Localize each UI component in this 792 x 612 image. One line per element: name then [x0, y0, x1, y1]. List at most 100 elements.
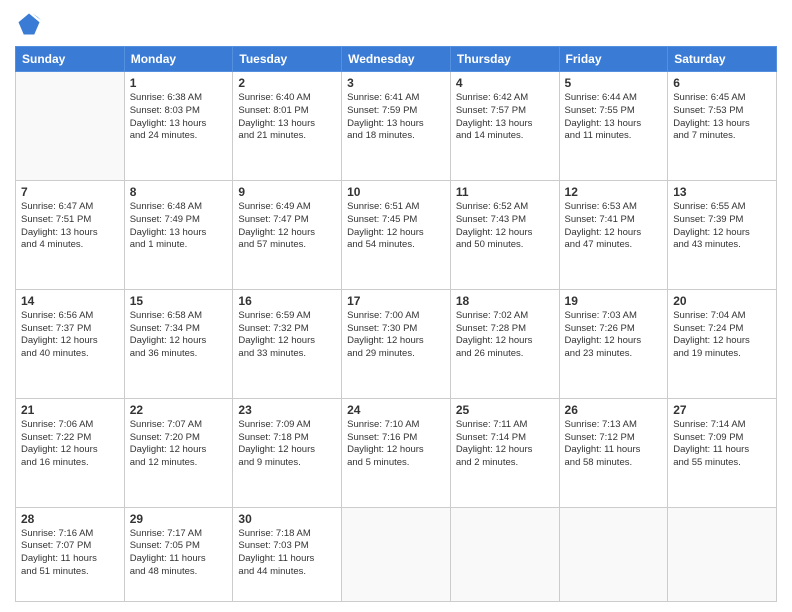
calendar-cell: 13 Sunrise: 6:55 AM Sunset: 7:39 PM Dayli… — [668, 180, 777, 289]
day-info: Sunrise: 7:18 AM Sunset: 7:03 PM Dayligh… — [238, 528, 336, 579]
calendar-cell: 7 Sunrise: 6:47 AM Sunset: 7:51 PM Daylig… — [16, 180, 125, 289]
calendar-week-row: 1 Sunrise: 6:38 AM Sunset: 8:03 PM Daylig… — [16, 72, 777, 181]
logo-icon — [15, 10, 43, 38]
day-info: Sunrise: 6:59 AM Sunset: 7:32 PM Dayligh… — [238, 310, 336, 361]
day-info: Sunrise: 6:55 AM Sunset: 7:39 PM Dayligh… — [673, 201, 771, 252]
day-number: 9 — [238, 185, 336, 199]
calendar-cell: 23 Sunrise: 7:09 AM Sunset: 7:18 PM Dayli… — [233, 398, 342, 507]
calendar-cell: 27 Sunrise: 7:14 AM Sunset: 7:09 PM Dayli… — [668, 398, 777, 507]
day-info: Sunrise: 7:07 AM Sunset: 7:20 PM Dayligh… — [130, 419, 228, 470]
day-number: 12 — [565, 185, 663, 199]
day-info: Sunrise: 7:06 AM Sunset: 7:22 PM Dayligh… — [21, 419, 119, 470]
day-info: Sunrise: 6:40 AM Sunset: 8:01 PM Dayligh… — [238, 92, 336, 143]
calendar-cell: 24 Sunrise: 7:10 AM Sunset: 7:16 PM Dayli… — [342, 398, 451, 507]
calendar-cell: 3 Sunrise: 6:41 AM Sunset: 7:59 PM Daylig… — [342, 72, 451, 181]
day-info: Sunrise: 6:41 AM Sunset: 7:59 PM Dayligh… — [347, 92, 445, 143]
calendar-cell: 9Sunrise: 6:49 AM Sunset: 7:47 PM Daylig… — [233, 180, 342, 289]
calendar-week-row: 7 Sunrise: 6:47 AM Sunset: 7:51 PM Daylig… — [16, 180, 777, 289]
calendar-header-thursday: Thursday — [450, 47, 559, 72]
day-info: Sunrise: 7:04 AM Sunset: 7:24 PM Dayligh… — [673, 310, 771, 361]
calendar-cell: 22 Sunrise: 7:07 AM Sunset: 7:20 PM Dayli… — [124, 398, 233, 507]
day-number: 30 — [238, 512, 336, 526]
day-number: 22 — [130, 403, 228, 417]
calendar-week-row: 28Sunrise: 7:16 AM Sunset: 7:07 PM Dayli… — [16, 507, 777, 601]
day-number: 10 — [347, 185, 445, 199]
day-number: 6 — [673, 76, 771, 90]
day-number: 28 — [21, 512, 119, 526]
day-number: 16 — [238, 294, 336, 308]
day-info: Sunrise: 7:17 AM Sunset: 7:05 PM Dayligh… — [130, 528, 228, 579]
calendar-cell: 1 Sunrise: 6:38 AM Sunset: 8:03 PM Daylig… — [124, 72, 233, 181]
day-number: 25 — [456, 403, 554, 417]
day-info: Sunrise: 6:58 AM Sunset: 7:34 PM Dayligh… — [130, 310, 228, 361]
calendar-cell: 16 Sunrise: 6:59 AM Sunset: 7:32 PM Dayli… — [233, 289, 342, 398]
day-number: 29 — [130, 512, 228, 526]
calendar-header-row: SundayMondayTuesdayWednesdayThursdayFrid… — [16, 47, 777, 72]
day-info: Sunrise: 7:13 AM Sunset: 7:12 PM Dayligh… — [565, 419, 663, 470]
calendar-cell: 6 Sunrise: 6:45 AM Sunset: 7:53 PM Daylig… — [668, 72, 777, 181]
day-number: 21 — [21, 403, 119, 417]
day-number: 18 — [456, 294, 554, 308]
day-info: Sunrise: 6:42 AM Sunset: 7:57 PM Dayligh… — [456, 92, 554, 143]
day-info: Sunrise: 6:52 AM Sunset: 7:43 PM Dayligh… — [456, 201, 554, 252]
calendar-cell: 25Sunrise: 7:11 AM Sunset: 7:14 PM Dayli… — [450, 398, 559, 507]
calendar-cell: 12 Sunrise: 6:53 AM Sunset: 7:41 PM Dayli… — [559, 180, 668, 289]
day-info: Sunrise: 6:38 AM Sunset: 8:03 PM Dayligh… — [130, 92, 228, 143]
page: SundayMondayTuesdayWednesdayThursdayFrid… — [0, 0, 792, 612]
calendar-week-row: 14Sunrise: 6:56 AM Sunset: 7:37 PM Dayli… — [16, 289, 777, 398]
day-info: Sunrise: 6:48 AM Sunset: 7:49 PM Dayligh… — [130, 201, 228, 252]
calendar-cell: 10 Sunrise: 6:51 AM Sunset: 7:45 PM Dayli… — [342, 180, 451, 289]
day-number: 3 — [347, 76, 445, 90]
day-number: 17 — [347, 294, 445, 308]
day-number: 20 — [673, 294, 771, 308]
day-number: 1 — [130, 76, 228, 90]
calendar-header-tuesday: Tuesday — [233, 47, 342, 72]
calendar-cell — [450, 507, 559, 601]
calendar-cell: 15Sunrise: 6:58 AM Sunset: 7:34 PM Dayli… — [124, 289, 233, 398]
day-info: Sunrise: 7:00 AM Sunset: 7:30 PM Dayligh… — [347, 310, 445, 361]
day-number: 27 — [673, 403, 771, 417]
day-info: Sunrise: 6:53 AM Sunset: 7:41 PM Dayligh… — [565, 201, 663, 252]
calendar-cell: 4Sunrise: 6:42 AM Sunset: 7:57 PM Daylig… — [450, 72, 559, 181]
header — [15, 10, 777, 38]
calendar-header-wednesday: Wednesday — [342, 47, 451, 72]
day-number: 24 — [347, 403, 445, 417]
day-number: 13 — [673, 185, 771, 199]
calendar-cell — [16, 72, 125, 181]
day-number: 11 — [456, 185, 554, 199]
calendar-table: SundayMondayTuesdayWednesdayThursdayFrid… — [15, 46, 777, 602]
day-info: Sunrise: 7:14 AM Sunset: 7:09 PM Dayligh… — [673, 419, 771, 470]
calendar-cell: 30 Sunrise: 7:18 AM Sunset: 7:03 PM Dayli… — [233, 507, 342, 601]
calendar-header-saturday: Saturday — [668, 47, 777, 72]
day-info: Sunrise: 7:02 AM Sunset: 7:28 PM Dayligh… — [456, 310, 554, 361]
day-info: Sunrise: 6:45 AM Sunset: 7:53 PM Dayligh… — [673, 92, 771, 143]
logo — [15, 10, 47, 38]
day-number: 23 — [238, 403, 336, 417]
calendar-cell: 5Sunrise: 6:44 AM Sunset: 7:55 PM Daylig… — [559, 72, 668, 181]
day-info: Sunrise: 7:03 AM Sunset: 7:26 PM Dayligh… — [565, 310, 663, 361]
calendar-cell: 20 Sunrise: 7:04 AM Sunset: 7:24 PM Dayli… — [668, 289, 777, 398]
calendar-header-sunday: Sunday — [16, 47, 125, 72]
calendar-cell: 29 Sunrise: 7:17 AM Sunset: 7:05 PM Dayli… — [124, 507, 233, 601]
calendar-cell: 28Sunrise: 7:16 AM Sunset: 7:07 PM Dayli… — [16, 507, 125, 601]
day-info: Sunrise: 6:47 AM Sunset: 7:51 PM Dayligh… — [21, 201, 119, 252]
calendar-cell: 8Sunrise: 6:48 AM Sunset: 7:49 PM Daylig… — [124, 180, 233, 289]
day-number: 19 — [565, 294, 663, 308]
calendar-cell: 14Sunrise: 6:56 AM Sunset: 7:37 PM Dayli… — [16, 289, 125, 398]
calendar-header-monday: Monday — [124, 47, 233, 72]
calendar-cell: 26Sunrise: 7:13 AM Sunset: 7:12 PM Dayli… — [559, 398, 668, 507]
day-info: Sunrise: 6:56 AM Sunset: 7:37 PM Dayligh… — [21, 310, 119, 361]
calendar-cell: 2 Sunrise: 6:40 AM Sunset: 8:01 PM Daylig… — [233, 72, 342, 181]
calendar-week-row: 21 Sunrise: 7:06 AM Sunset: 7:22 PM Dayli… — [16, 398, 777, 507]
day-info: Sunrise: 6:51 AM Sunset: 7:45 PM Dayligh… — [347, 201, 445, 252]
calendar-cell: 17 Sunrise: 7:00 AM Sunset: 7:30 PM Dayli… — [342, 289, 451, 398]
day-number: 7 — [21, 185, 119, 199]
calendar-cell — [342, 507, 451, 601]
day-info: Sunrise: 7:09 AM Sunset: 7:18 PM Dayligh… — [238, 419, 336, 470]
day-number: 5 — [565, 76, 663, 90]
calendar-header-friday: Friday — [559, 47, 668, 72]
calendar-cell — [668, 507, 777, 601]
calendar-cell: 18 Sunrise: 7:02 AM Sunset: 7:28 PM Dayli… — [450, 289, 559, 398]
day-info: Sunrise: 7:10 AM Sunset: 7:16 PM Dayligh… — [347, 419, 445, 470]
day-number: 2 — [238, 76, 336, 90]
